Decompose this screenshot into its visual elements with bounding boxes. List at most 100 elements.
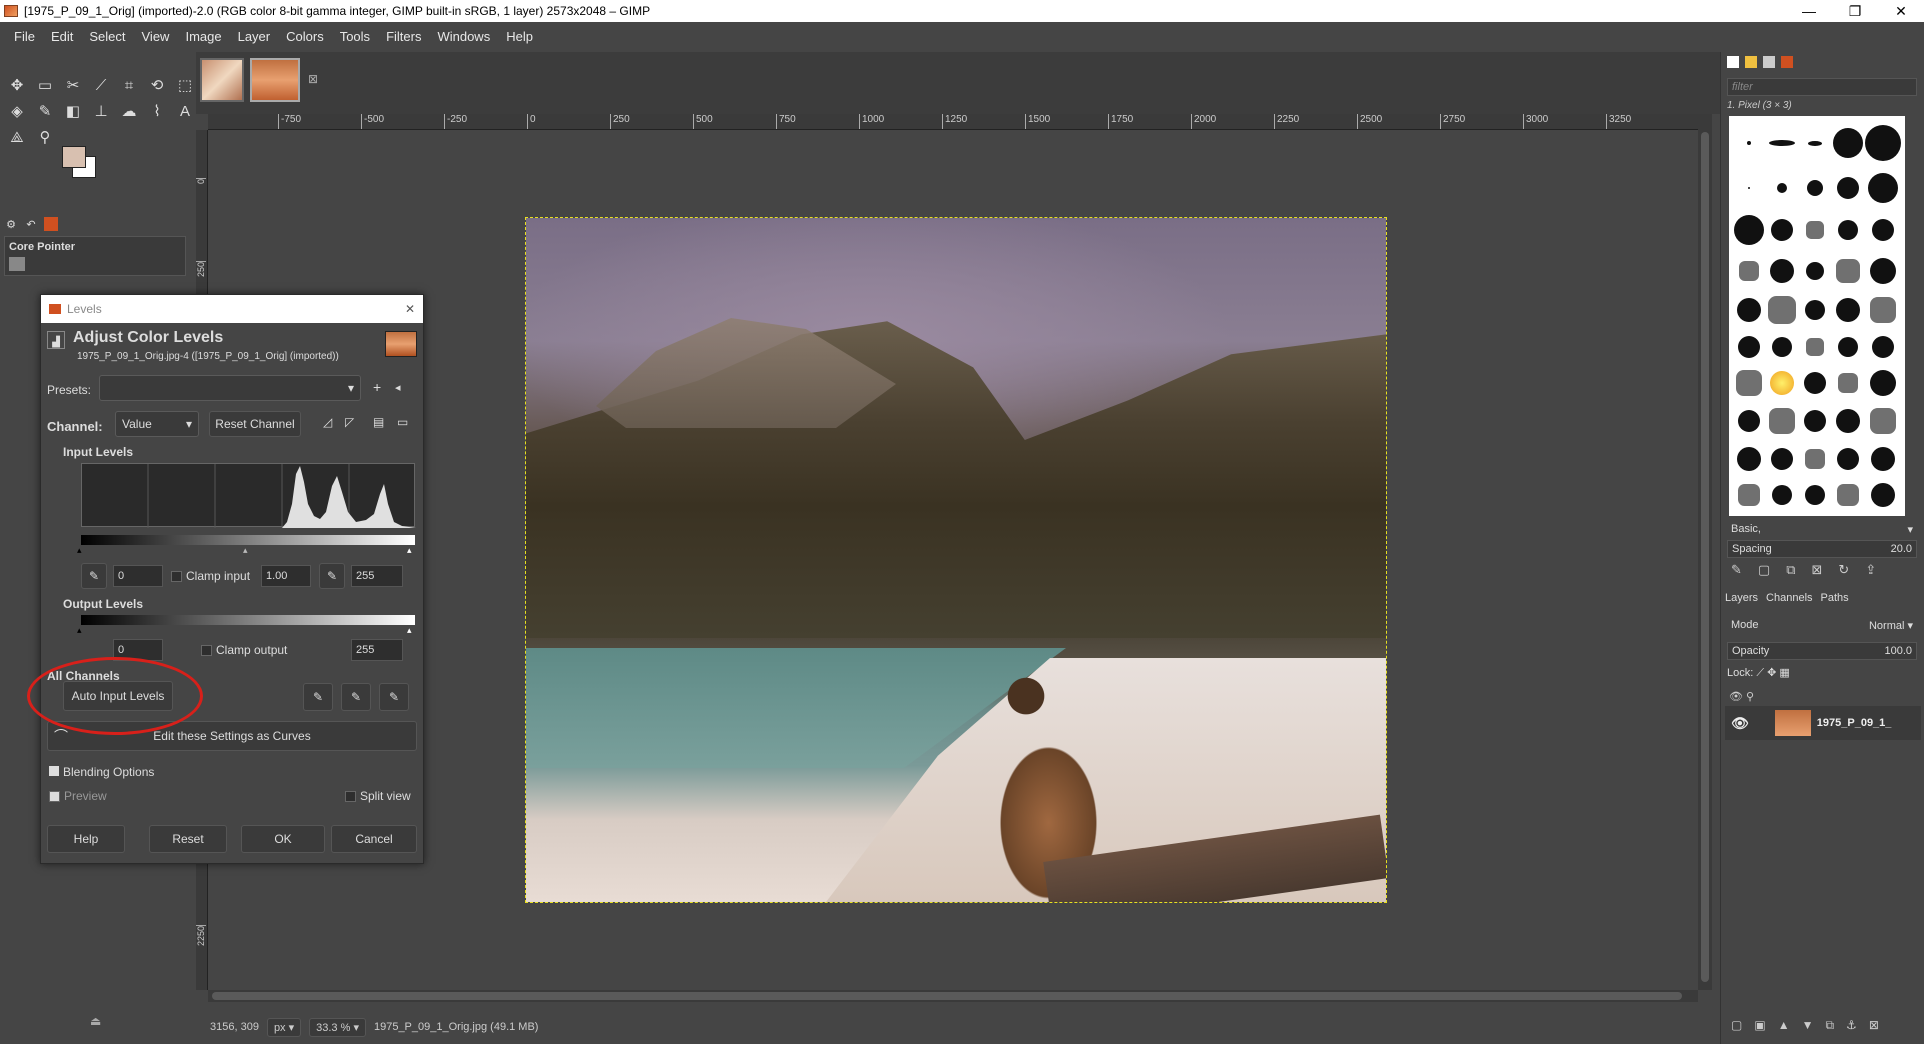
brush-cell[interactable] (1865, 478, 1901, 512)
tool-options-tab-icon[interactable]: ⚙ (4, 217, 18, 231)
brush-cell[interactable] (1766, 365, 1797, 401)
clamp-input-checkbox[interactable]: Clamp input (171, 569, 250, 583)
reset-channel-button[interactable]: Reset Channel (209, 411, 301, 437)
brush-cell[interactable] (1766, 403, 1797, 439)
horizontal-scrollbar[interactable] (208, 990, 1698, 1002)
brush-cell[interactable] (1733, 120, 1764, 166)
brush-cell[interactable] (1733, 365, 1764, 401)
beach-photo[interactable] (525, 217, 1387, 903)
brush-cell[interactable] (1832, 253, 1863, 289)
log-histogram-icon[interactable]: ◸ (345, 415, 354, 429)
images-tab-icon[interactable] (44, 217, 58, 231)
presets-combo[interactable]: ▾ (99, 375, 361, 401)
brush-cell[interactable] (1865, 210, 1901, 250)
paths-tool-icon[interactable]: ⌇ (146, 100, 168, 122)
brush-cell[interactable] (1766, 291, 1797, 329)
maximize-button[interactable]: ❐ (1832, 0, 1878, 22)
brush-cell[interactable] (1832, 168, 1863, 208)
brush-cell[interactable] (1766, 331, 1797, 363)
histogram-scale-icon[interactable]: ▤ (373, 415, 384, 429)
output-high-spin[interactable]: 255 (351, 639, 403, 661)
cancel-button[interactable]: Cancel (331, 825, 417, 853)
measure-tool-icon[interactable]: ⟁ (6, 126, 28, 148)
undo-history-tab-icon[interactable]: ↶ (24, 217, 38, 231)
brush-cell[interactable] (1832, 478, 1863, 512)
pick-black-point-icon[interactable]: ✎ (81, 563, 107, 589)
brush-cell[interactable] (1733, 331, 1764, 363)
brush-cell[interactable] (1799, 253, 1830, 289)
vertical-scrollbar-thumb[interactable] (1701, 132, 1709, 982)
duplicate-brush-icon[interactable]: ⧉ (1786, 562, 1795, 578)
brush-cell[interactable] (1733, 253, 1764, 289)
brush-cell[interactable] (1766, 210, 1797, 250)
linear-histogram-icon[interactable]: ◿ (323, 415, 332, 429)
layer-row[interactable]: 👁 1975_P_09_1_ (1725, 706, 1921, 740)
spacing-slider[interactable]: Spacing 20.0 (1727, 540, 1917, 558)
brush-cell[interactable] (1733, 210, 1764, 250)
brush-cell[interactable] (1766, 120, 1797, 166)
zoom-select[interactable]: 33.3 % ▾ (309, 1017, 366, 1037)
duplicate-layer-icon[interactable]: ⧉ (1825, 1018, 1834, 1033)
split-view-checkbox[interactable]: Split view (345, 789, 411, 803)
brush-cell[interactable] (1766, 442, 1797, 476)
brush-cell[interactable] (1865, 168, 1901, 208)
scissors-tool-icon[interactable]: ✂ (62, 74, 84, 96)
visibility-eye-icon[interactable]: 👁 (1731, 715, 1749, 732)
image-tab-close-icon[interactable]: ⊠ (308, 72, 318, 86)
histogram-options-icon[interactable]: ▭ (397, 415, 408, 429)
rect-select-tool-icon[interactable]: ▭ (34, 74, 56, 96)
refresh-brushes-icon[interactable]: ↻ (1838, 562, 1849, 578)
brush-cell[interactable] (1733, 478, 1764, 512)
brush-cell[interactable] (1799, 210, 1830, 250)
blending-options-expander[interactable]: Blending Options (49, 765, 154, 779)
minimize-button[interactable]: — (1786, 0, 1832, 22)
image-tab-thumbnail-2[interactable] (250, 58, 300, 102)
menu-edit[interactable]: Edit (43, 22, 81, 52)
preview-checkbox[interactable]: Preview (49, 789, 107, 803)
reset-button[interactable]: Reset (149, 825, 227, 853)
tab-layers[interactable]: Layers (1725, 592, 1758, 604)
foreground-color-swatch[interactable] (62, 146, 86, 168)
menu-colors[interactable]: Colors (278, 22, 332, 52)
brush-cell[interactable] (1799, 403, 1830, 439)
input-gamma-handle[interactable]: ▴ (243, 545, 248, 556)
gradients-tab-icon[interactable] (1781, 56, 1793, 68)
menu-select[interactable]: Select (81, 22, 133, 52)
image-tab-thumbnail-1[interactable] (200, 58, 244, 102)
smudge-tool-icon[interactable]: ☁ (118, 100, 140, 122)
brush-cell[interactable] (1799, 120, 1830, 166)
brush-cell[interactable] (1865, 331, 1901, 363)
horizontal-scrollbar-thumb[interactable] (212, 992, 1682, 1000)
clamp-output-checkbox[interactable]: Clamp output (201, 643, 287, 657)
menu-help[interactable]: Help (498, 22, 541, 52)
clone-tool-icon[interactable]: ⊥ (90, 100, 112, 122)
brush-cell[interactable] (1832, 331, 1863, 363)
brush-cell[interactable] (1865, 442, 1901, 476)
brush-cell[interactable] (1832, 403, 1863, 439)
text-tool-icon[interactable]: A (174, 100, 196, 122)
brush-cell[interactable] (1832, 291, 1863, 329)
open-brush-icon[interactable]: ⇪ (1865, 562, 1876, 578)
menu-view[interactable]: View (134, 22, 178, 52)
brush-cell[interactable] (1865, 365, 1901, 401)
brush-filter-input[interactable]: filter (1727, 78, 1917, 96)
delete-layer-icon[interactable]: ⊠ (1869, 1018, 1879, 1033)
brush-cell[interactable] (1832, 210, 1863, 250)
perspective-tool-icon[interactable]: ⬚ (174, 74, 196, 96)
brush-cell[interactable] (1799, 331, 1830, 363)
raise-layer-icon[interactable]: ▲ (1778, 1018, 1790, 1033)
menu-file[interactable]: File (6, 22, 43, 52)
layer-mode-row[interactable]: Mode Normal ▾ (1727, 616, 1917, 634)
menu-tools[interactable]: Tools (332, 22, 378, 52)
crop-tool-icon[interactable]: ⌗ (118, 74, 140, 96)
input-low-spin[interactable]: 0 (113, 565, 163, 587)
brush-cell[interactable] (1733, 442, 1764, 476)
output-black-handle[interactable]: ▴ (77, 625, 82, 636)
close-button[interactable]: ✕ (1878, 0, 1924, 22)
tab-channels[interactable]: Channels (1766, 592, 1812, 604)
opacity-slider[interactable]: Opacity 100.0 (1727, 642, 1917, 660)
pick-black-all-icon[interactable]: ✎ (303, 683, 333, 711)
brush-cell[interactable] (1832, 120, 1863, 166)
brush-cell[interactable] (1733, 168, 1764, 208)
edit-brush-icon[interactable]: ✎ (1731, 562, 1742, 578)
